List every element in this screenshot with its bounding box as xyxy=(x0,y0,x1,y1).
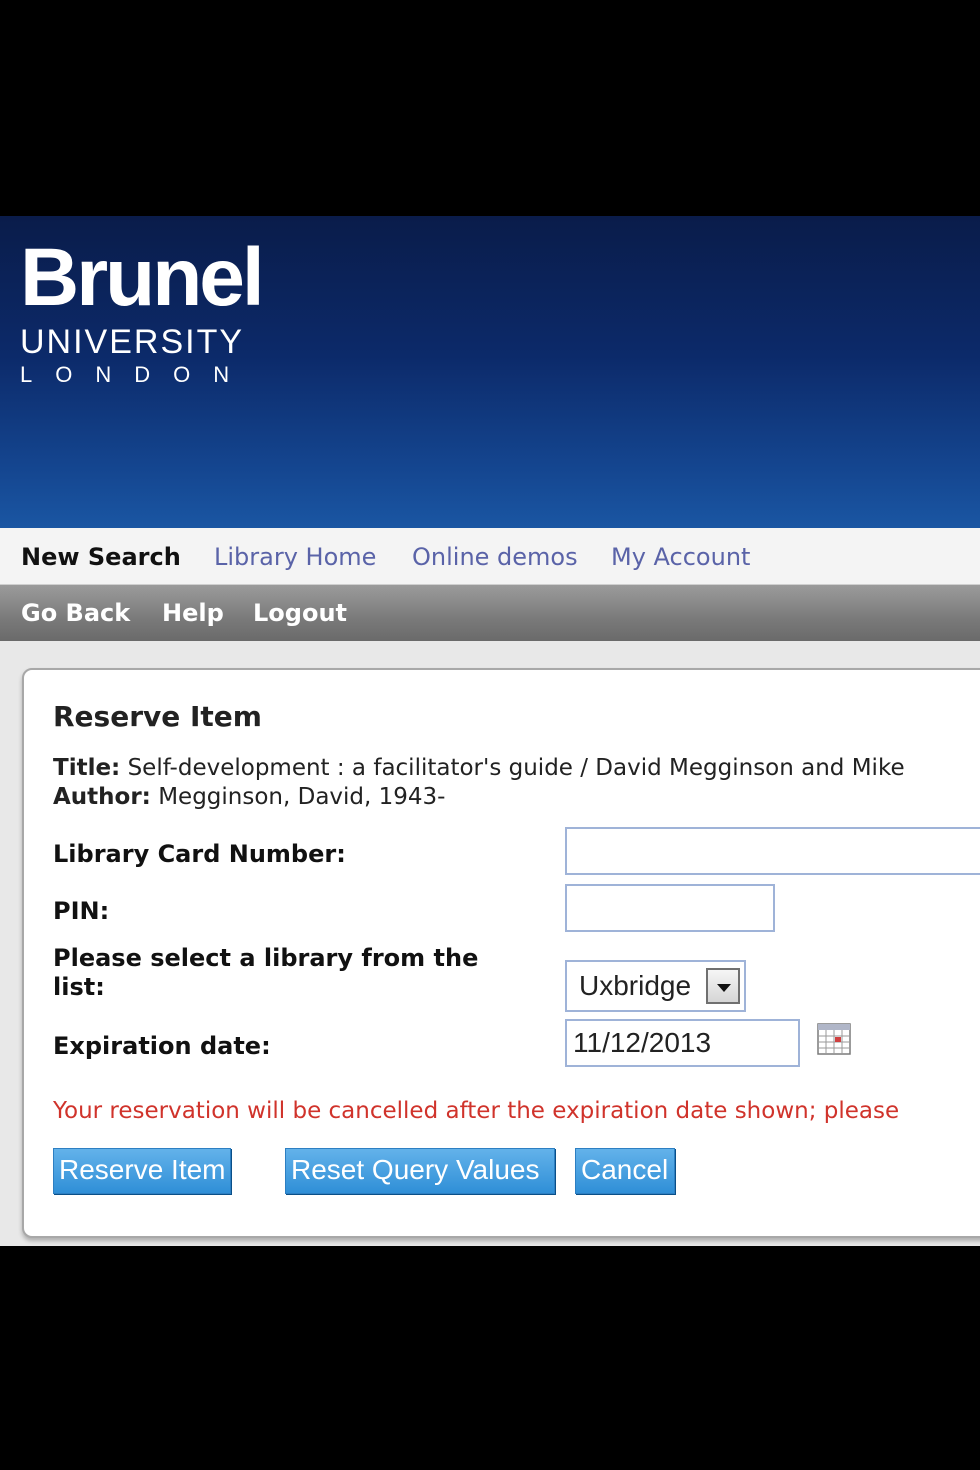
nav-new-search[interactable]: New Search xyxy=(21,543,181,571)
library-select[interactable]: Uxbridge xyxy=(565,960,746,1012)
item-author-row: Author: Megginson, David, 1943- xyxy=(53,783,445,811)
cancel-button[interactable]: Cancel xyxy=(575,1148,675,1194)
secondary-nav: Go Back Help Logout xyxy=(0,585,980,641)
expiration-date-input[interactable] xyxy=(565,1019,800,1067)
logo-university: UNIVERSITY xyxy=(20,323,245,361)
library-select-value: Uxbridge xyxy=(579,970,692,1001)
nav-online-demos[interactable]: Online demos xyxy=(412,543,578,571)
card-number-input[interactable] xyxy=(565,827,980,875)
primary-nav: New Search Library Home Online demos My … xyxy=(0,528,980,585)
logo-wordmark: Brunel xyxy=(20,232,265,323)
nav-logout[interactable]: Logout xyxy=(253,599,347,627)
calendar-icon[interactable] xyxy=(817,1023,851,1055)
page-title: Reserve Item xyxy=(53,700,262,733)
browser-screen: Brunel UNIVERSITY LONDON New Search Libr… xyxy=(0,216,980,1246)
nav-my-account[interactable]: My Account xyxy=(611,543,750,571)
reset-query-values-button[interactable]: Reset Query Values xyxy=(285,1148,555,1194)
title-value: Self-development : a facilitator's guide… xyxy=(127,755,905,781)
expiration-notice: Your reservation will be cancelled after… xyxy=(53,1098,900,1124)
logo-london: LONDON xyxy=(20,362,253,387)
header-banner: Brunel UNIVERSITY LONDON xyxy=(0,216,980,528)
nav-go-back[interactable]: Go Back xyxy=(21,599,130,627)
item-title-row: Title: Self-development : a facilitator'… xyxy=(53,754,905,782)
pin-label: PIN: xyxy=(53,897,110,925)
nav-help[interactable]: Help xyxy=(162,599,224,627)
chevron-down-icon[interactable] xyxy=(706,968,740,1004)
brunel-logo[interactable]: Brunel UNIVERSITY LONDON xyxy=(20,232,265,388)
title-label: Title: xyxy=(53,755,121,781)
library-select-label: Please select a library from the list: xyxy=(53,944,479,1001)
reserve-item-button[interactable]: Reserve Item xyxy=(53,1148,231,1194)
nav-library-home[interactable]: Library Home xyxy=(214,543,376,571)
expiration-date-label: Expiration date: xyxy=(53,1032,271,1060)
author-value: Megginson, David, 1943- xyxy=(158,784,446,810)
pin-input[interactable] xyxy=(565,884,775,932)
reserve-panel: Reserve Item Title: Self-development : a… xyxy=(22,668,980,1238)
author-label: Author: xyxy=(53,784,151,810)
card-number-label: Library Card Number: xyxy=(53,840,346,868)
